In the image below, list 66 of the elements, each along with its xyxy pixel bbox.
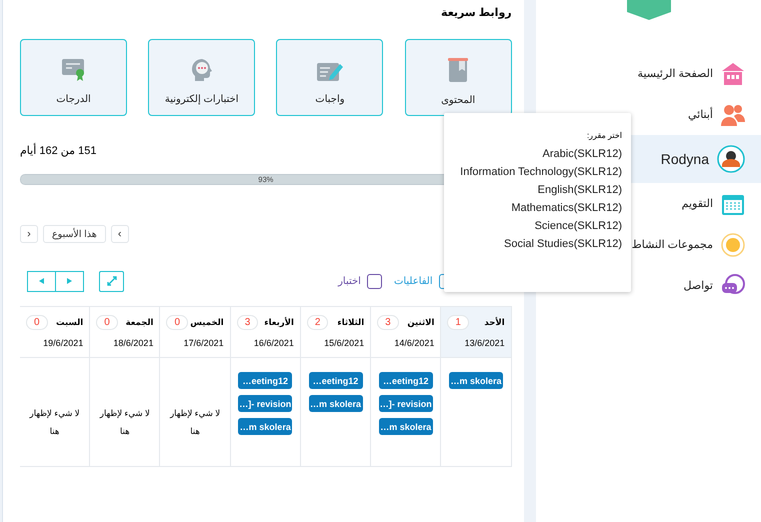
course-option[interactable]: English(SKLR12)	[538, 181, 622, 199]
event-count-badge: 2	[306, 315, 328, 330]
event-chip[interactable]: …eeting12	[308, 372, 363, 389]
day-name: الأحد	[484, 317, 505, 328]
event-chip[interactable]: …m skolera	[308, 395, 363, 412]
day-date: 18/6/2021	[112, 338, 154, 348]
day-name: الاثنين	[407, 317, 434, 328]
event-chip[interactable]: …m skolera	[449, 372, 504, 389]
day-name: السبت	[56, 317, 84, 328]
day-name: الثلاثاء	[337, 317, 364, 328]
expand-button[interactable]	[99, 270, 124, 292]
event-chip[interactable]: …eeting12	[378, 372, 433, 389]
legend-checkbox[interactable]	[366, 274, 382, 288]
event-chip[interactable]: …]- revision	[238, 395, 292, 412]
logo-icon	[626, 0, 671, 20]
event-chip[interactable]: …]- revision	[378, 395, 433, 412]
triangle-right-icon	[67, 278, 72, 284]
previous-week-button[interactable]: ‹	[20, 225, 38, 243]
quick-link-card[interactable]: المحتوى	[404, 39, 512, 116]
this-week-button[interactable]: هذا الأسبوع	[43, 225, 106, 243]
people-icon	[721, 104, 745, 126]
event-count-badge: 3	[377, 315, 399, 330]
day-date: 15/6/2021	[323, 338, 364, 348]
quick-link-card[interactable]: واجبات	[276, 39, 384, 116]
previous-button[interactable]	[27, 270, 56, 292]
avatar	[717, 145, 745, 173]
days-progress-text: 151 من 162 أيام	[20, 144, 98, 158]
course-option[interactable]: Science(SKLR12)	[534, 217, 622, 235]
day-date: 14/6/2021	[393, 338, 434, 348]
course-option[interactable]: Arabic(SKLR12)	[542, 145, 622, 163]
next-button[interactable]	[55, 270, 84, 292]
house-icon	[721, 62, 745, 86]
event-count-badge: 1	[447, 315, 469, 330]
event-chip[interactable]: …eeting12	[238, 372, 292, 389]
event-chip[interactable]: …m skolera	[238, 418, 292, 435]
certificate-icon	[60, 58, 87, 82]
event-count-badge: 0	[166, 315, 188, 330]
day-name: الأربعاء	[264, 317, 294, 328]
day-date: 16/6/2021	[252, 338, 294, 348]
day-date: 13/6/2021	[464, 338, 505, 348]
event-count-badge: 0	[96, 315, 118, 330]
circle-icon	[721, 232, 745, 256]
day-name: الخميس	[190, 317, 224, 328]
sidebar-item[interactable]: الصفحة الرئيسية	[536, 53, 761, 94]
course-option[interactable]: Social Studies(SKLR12)	[504, 235, 622, 253]
quick-link-card[interactable]: اختبارات إلكترونية	[148, 39, 256, 116]
section-title: روابط سريعة	[440, 6, 512, 20]
expand-icon	[106, 276, 116, 286]
next-week-button[interactable]: ›	[110, 225, 129, 243]
day-name: الجمعة	[126, 317, 154, 328]
course-option[interactable]: Mathematics(SKLR12)	[511, 199, 622, 217]
event-chip[interactable]: …m skolera	[378, 418, 433, 435]
event-count-badge: 3	[236, 315, 258, 330]
day-date: 17/6/2021	[182, 338, 224, 348]
event-count-badge: 0	[26, 315, 48, 330]
empty-message: لا شيء لإظهار هنا	[100, 407, 150, 438]
empty-message: لا شيء لإظهار هنا	[30, 407, 80, 438]
empty-message: لا شيء لإظهار هنا	[170, 407, 220, 438]
book-icon	[447, 57, 470, 83]
sidebar-item[interactable]: تواصل	[536, 265, 761, 306]
head-chat-icon	[190, 58, 213, 82]
quick-link-card[interactable]: الدرجات	[20, 39, 128, 116]
triangle-left-icon	[39, 278, 44, 284]
legend-label: اختبار	[338, 276, 361, 286]
day-date: 19/6/2021	[42, 338, 84, 348]
legend-label: الفاعليات	[394, 276, 433, 286]
